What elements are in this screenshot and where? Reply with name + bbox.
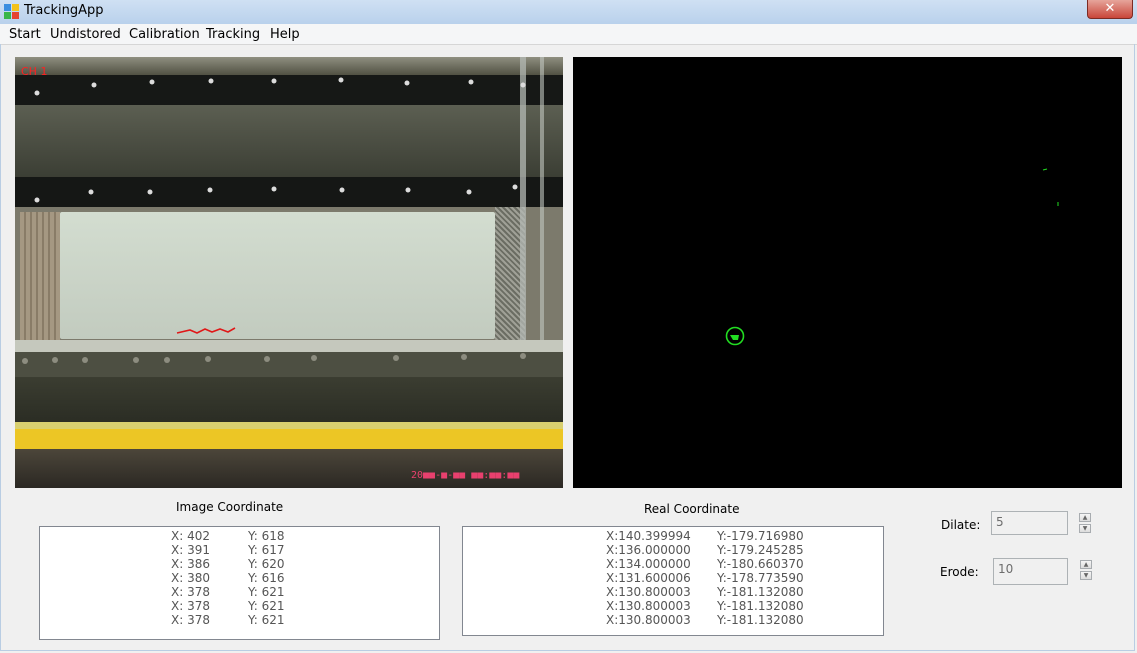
camera-overlay: CH 1 20■■-■-■■ ■■:■■:■■	[21, 65, 526, 481]
tracking-overlay	[725, 168, 1059, 346]
real-y-value: Y:-179.716980	[717, 529, 804, 543]
image-y-value: Y: 621	[248, 599, 285, 613]
image-y-value: Y: 618	[248, 529, 285, 543]
dilate-increment-button[interactable]: ▲	[1079, 513, 1091, 522]
image-y-value: Y: 621	[248, 585, 285, 599]
menu-tracking[interactable]: Tracking	[206, 27, 260, 42]
image-x-value: X: 378	[171, 613, 210, 627]
erode-increment-button[interactable]: ▲	[1080, 560, 1092, 569]
real-x-value: X:134.000000	[606, 557, 691, 571]
real-x-value: X:140.399994	[606, 529, 691, 543]
erode-label: Erode:	[940, 565, 979, 579]
real-x-value: X:131.600006	[606, 571, 691, 585]
real-x-value: X:130.800003	[606, 613, 691, 627]
dilate-input[interactable]: 5	[991, 511, 1068, 535]
image-x-value: X: 380	[171, 571, 210, 585]
image-x-value: X: 378	[171, 599, 210, 613]
real-y-value: Y:-180.660370	[717, 557, 804, 571]
menu-start[interactable]: Start	[9, 27, 41, 42]
title-bar: TrackingApp ✕	[0, 0, 1137, 25]
dilate-label: Dilate:	[941, 518, 981, 532]
real-y-value: Y:-181.132080	[717, 599, 804, 613]
close-button[interactable]: ✕	[1087, 0, 1133, 19]
image-y-value: Y: 617	[248, 543, 285, 557]
image-coordinate-title: Image Coordinate	[176, 500, 284, 514]
real-coordinate-title: Real Coordinate	[644, 502, 740, 516]
erode-decrement-button[interactable]: ▼	[1080, 571, 1092, 580]
menu-calibration[interactable]: Calibration	[129, 27, 200, 42]
real-x-value: X:136.000000	[606, 543, 691, 557]
real-y-value: Y:-179.245285	[717, 543, 804, 557]
menu-bar: Start Undistored Calibration Tracking He…	[0, 24, 1137, 45]
camera-view: CH 1 20■■-■-■■ ■■:■■:■■	[15, 57, 563, 488]
image-coordinate-list[interactable]: X: 402 Y: 618 X: 391 Y: 617 X: 386 Y: 62…	[39, 526, 440, 640]
app-icon	[4, 4, 19, 19]
channel-label: CH 1	[21, 65, 47, 78]
real-y-value: Y:-181.132080	[717, 613, 804, 627]
camera-timestamp: 20■■-■-■■ ■■:■■:■■	[411, 470, 519, 481]
erode-input[interactable]: 10	[993, 558, 1068, 585]
real-coordinate-list[interactable]: X:140.399994 Y:-179.716980 X:136.000000 …	[462, 526, 884, 636]
window-title: TrackingApp	[24, 3, 104, 18]
real-y-value: Y:-178.773590	[717, 571, 804, 585]
image-x-value: X: 391	[171, 543, 210, 557]
real-x-value: X:130.800003	[606, 585, 691, 599]
menu-undistored[interactable]: Undistored	[50, 27, 121, 42]
image-x-value: X: 378	[171, 585, 210, 599]
real-y-value: Y:-181.132080	[717, 585, 804, 599]
image-y-value: Y: 616	[248, 571, 285, 585]
menu-help[interactable]: Help	[270, 27, 300, 42]
image-x-value: X: 402	[171, 529, 210, 543]
tracking-view	[573, 57, 1122, 488]
image-x-value: X: 386	[171, 557, 210, 571]
image-y-value: Y: 621	[248, 613, 285, 627]
real-x-value: X:130.800003	[606, 599, 691, 613]
image-y-value: Y: 620	[248, 557, 285, 571]
dilate-decrement-button[interactable]: ▼	[1079, 524, 1091, 533]
